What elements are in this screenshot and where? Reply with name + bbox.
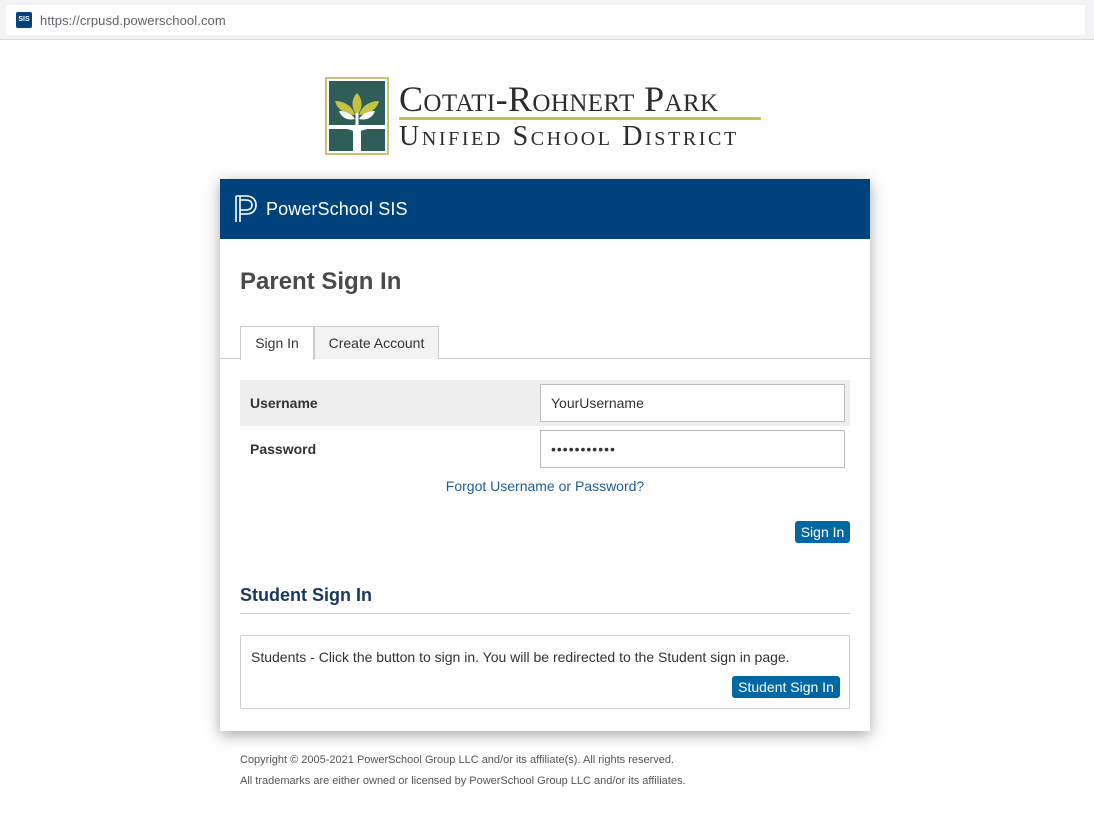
forgot-link-text[interactable]: Forgot Username or Password? xyxy=(446,478,644,494)
address-bar[interactable]: SIS https://crpusd.powerschool.com xyxy=(6,5,1085,35)
password-label: Password xyxy=(250,441,317,457)
student-section-title: Student Sign In xyxy=(240,585,372,605)
site-favicon-icon: SIS xyxy=(16,12,32,28)
forgot-credentials-link[interactable]: Forgot Username or Password? xyxy=(220,478,870,494)
student-sign-in-button[interactable]: Student Sign In xyxy=(732,676,840,698)
tab-create-account[interactable]: Create Account xyxy=(314,326,439,359)
username-label: Username xyxy=(250,395,318,411)
sign-in-button[interactable]: Sign In xyxy=(795,521,850,543)
sign-in-card: PowerSchool SIS Parent Sign In Sign In C… xyxy=(220,179,870,731)
card-header: PowerSchool SIS xyxy=(220,179,870,239)
district-name-line1: Cotati-Rohnert Park xyxy=(399,79,719,119)
tab-sign-in[interactable]: Sign In xyxy=(240,326,314,360)
username-field[interactable]: YourUsername xyxy=(540,384,845,422)
powerschool-logo-icon xyxy=(235,195,257,222)
brand-title: PowerSchool SIS xyxy=(266,198,408,219)
password-field[interactable]: ••••••••••• xyxy=(540,430,845,468)
sprout-logo-icon xyxy=(325,77,389,155)
district-name-line2: Unified School District xyxy=(399,121,739,152)
page-title: Parent Sign In xyxy=(240,268,402,295)
district-logo: Cotati-Rohnert Park Unified School Distr… xyxy=(325,76,770,156)
browser-toolbar: SIS https://crpusd.powerschool.com xyxy=(0,0,1094,40)
username-row: Username YourUsername xyxy=(240,380,850,426)
student-sign-in-box: Students - Click the button to sign in. … xyxy=(240,635,850,709)
password-row: Password ••••••••••• xyxy=(240,426,850,472)
copyright-text: Copyright © 2005-2021 PowerSchool Group … xyxy=(240,754,675,766)
student-instructions: Students - Click the button to sign in. … xyxy=(251,649,790,665)
section-divider xyxy=(240,613,850,614)
sign-in-tabs: Sign In Create Account xyxy=(220,326,870,360)
trademark-text: All trademarks are either owned or licen… xyxy=(240,775,686,787)
logo-divider xyxy=(399,117,761,120)
url-text[interactable]: https://crpusd.powerschool.com xyxy=(40,13,226,28)
